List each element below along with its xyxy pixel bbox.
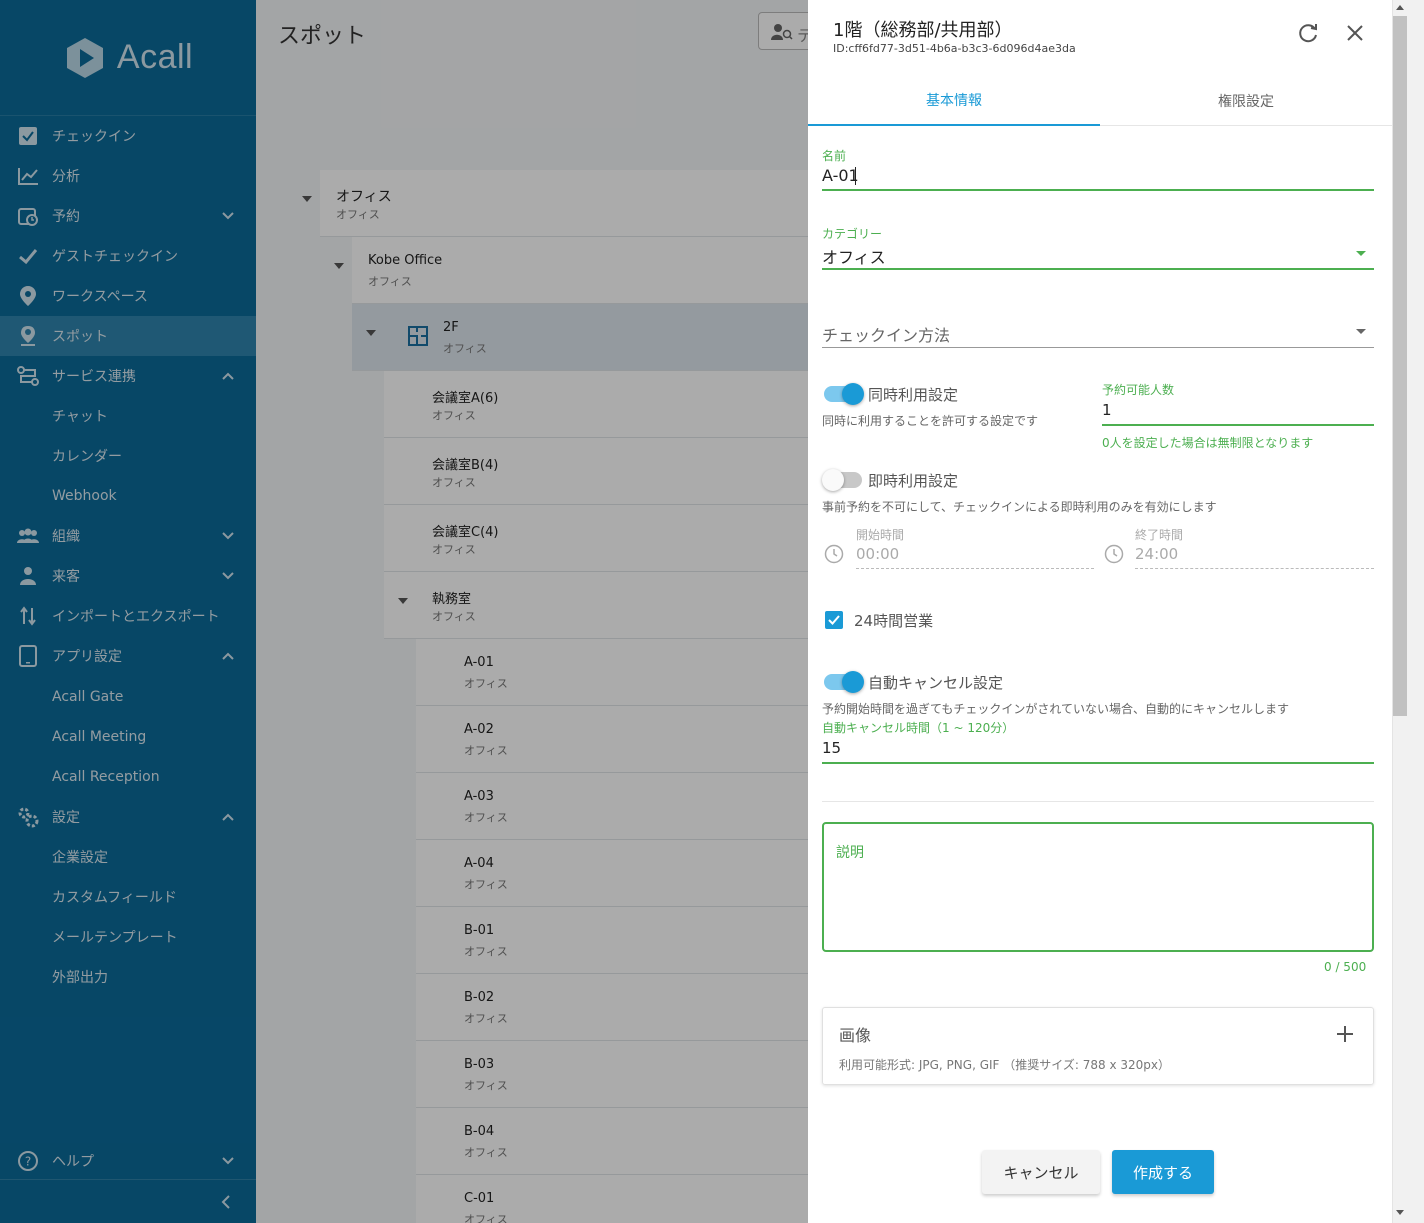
capacity-underline	[1102, 424, 1374, 426]
checkin-method-underline	[822, 347, 1374, 348]
add-image-button[interactable]	[1333, 1022, 1357, 1046]
description-textarea[interactable]: 説明	[822, 822, 1374, 952]
checkin-method-select[interactable]: チェックイン方法	[822, 322, 950, 346]
check-icon	[828, 615, 840, 625]
instant-use-toggle[interactable]	[822, 469, 862, 491]
cancel-button[interactable]: キャンセル	[982, 1150, 1100, 1194]
clock-icon	[824, 544, 844, 564]
spot-form-drawer: 1階（総務部/共用部） ID:cff6fd77-3d51-4b6a-b3c3-6…	[808, 0, 1392, 1223]
auto-cancel-minutes-label: 自動キャンセル時間（1 ~ 120分）	[822, 721, 1015, 735]
spot-id: ID:cff6fd77-3d51-4b6a-b3c3-6d096d4ae3da	[833, 42, 1076, 55]
drawer-title: 1階（総務部/共用部）	[833, 20, 1013, 41]
auto-cancel-toggle[interactable]	[824, 671, 864, 693]
start-time-label: 開始時間	[856, 528, 905, 542]
name-input[interactable]: A-01	[822, 166, 859, 185]
capacity-label: 予約可能人数	[1102, 383, 1175, 397]
image-hint: 利用可能形式: JPG, PNG, GIF （推奨サイズ: 788 x 320p…	[839, 1058, 1171, 1072]
capacity-input[interactable]: 1	[1102, 401, 1112, 419]
plus-icon	[1337, 1026, 1353, 1042]
divider	[822, 801, 1374, 802]
dropdown-arrow-icon[interactable]	[1356, 329, 1366, 334]
open-24h-label: 24時間営業	[854, 612, 934, 630]
text-cursor	[855, 167, 856, 185]
capacity-hint: 0人を設定した場合は無制限となります	[1102, 436, 1314, 450]
simultaneous-use-label: 同時利用設定	[868, 386, 959, 404]
close-icon	[1347, 25, 1363, 41]
tab-bar: 基本情報 権限設定	[808, 76, 1392, 126]
simultaneous-use-toggle[interactable]	[824, 383, 864, 405]
auto-cancel-minutes-input[interactable]: 15	[822, 739, 841, 757]
dropdown-arrow-icon[interactable]	[1356, 251, 1366, 256]
scrollbar[interactable]	[1392, 0, 1424, 1223]
clock-icon	[1104, 544, 1124, 564]
scrollbar-thumb[interactable]	[1393, 16, 1407, 716]
auto-cancel-hint: 予約開始時間を過ぎてもチェックインがされていない場合、自動的にキャンセルします	[822, 702, 1290, 716]
start-time-underline	[856, 568, 1094, 569]
tab-basic-info[interactable]: 基本情報	[808, 76, 1100, 126]
instant-use-label: 即時利用設定	[868, 472, 959, 490]
tab-permissions[interactable]: 権限設定	[1100, 76, 1392, 126]
scroll-down-icon[interactable]	[1396, 1210, 1404, 1215]
name-underline	[822, 189, 1374, 191]
refresh-icon	[1299, 24, 1317, 43]
start-time-input[interactable]: 00:00	[856, 545, 899, 563]
instant-use-hint: 事前予約を不可にして、チェックインによる即時利用のみを有効にします	[822, 500, 1217, 514]
open-24h-checkbox[interactable]	[825, 611, 843, 629]
end-time-input[interactable]: 24:00	[1135, 545, 1178, 563]
description-label: 説明	[836, 845, 864, 861]
category-underline	[822, 268, 1374, 270]
simultaneous-use-hint: 同時に利用することを許可する設定です	[822, 414, 1039, 428]
scroll-up-icon[interactable]	[1396, 5, 1404, 10]
category-label: カテゴリー	[822, 227, 883, 241]
end-time-label: 終了時間	[1135, 528, 1184, 542]
category-select[interactable]: オフィス	[822, 244, 886, 268]
image-title: 画像	[839, 1026, 872, 1045]
refresh-button[interactable]	[1294, 19, 1322, 47]
end-time-underline	[1135, 568, 1374, 569]
create-button[interactable]: 作成する	[1112, 1150, 1214, 1194]
image-upload-card: 画像 利用可能形式: JPG, PNG, GIF （推奨サイズ: 788 x 3…	[822, 1007, 1374, 1085]
description-counter: 0 / 500	[1324, 960, 1367, 974]
auto-cancel-label: 自動キャンセル設定	[868, 674, 1004, 692]
auto-cancel-underline	[822, 762, 1374, 764]
close-button[interactable]	[1341, 19, 1369, 47]
modal-backdrop[interactable]	[0, 0, 808, 1223]
name-label: 名前	[822, 149, 847, 163]
